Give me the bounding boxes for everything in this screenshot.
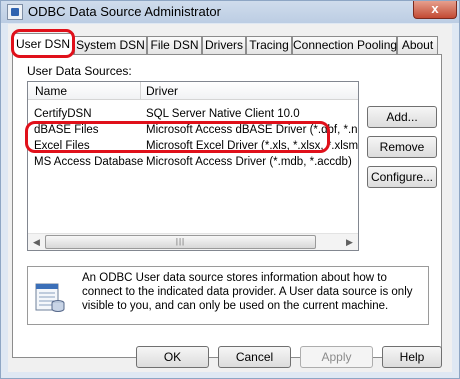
add-button[interactable]: Add...	[367, 106, 437, 128]
dsn-driver: SQL Server Native Client 10.0	[146, 108, 300, 120]
highlight-certifydsn-row	[25, 121, 330, 153]
dialog-client: User DSN System DSN File DSN Drivers Tra…	[8, 24, 452, 372]
column-header-driver[interactable]: Driver	[146, 84, 178, 98]
user-data-sources-label: User Data Sources:	[27, 64, 132, 78]
column-header-name[interactable]: Name	[35, 84, 67, 98]
ok-button[interactable]: OK	[136, 346, 209, 368]
tab-system-dsn[interactable]: System DSN	[74, 36, 147, 54]
dsn-driver: Microsoft Access Driver (*.mdb, *.accdb)	[146, 156, 352, 168]
scrollbar-thumb[interactable]: |||	[45, 235, 316, 249]
tab-file-dsn[interactable]: File DSN	[147, 36, 202, 54]
list-header: Name Driver	[28, 82, 358, 100]
tab-strip: User DSN System DSN File DSN Drivers Tra…	[12, 33, 442, 55]
tab-drivers[interactable]: Drivers	[202, 36, 246, 54]
info-description: An ODBC User data source stores informat…	[82, 272, 413, 312]
tab-about[interactable]: About	[397, 36, 438, 54]
horizontal-scrollbar[interactable]: ◀ ||| ▶	[28, 233, 358, 250]
tab-tracing[interactable]: Tracing	[246, 36, 292, 54]
dsn-name: MS Access Database	[34, 156, 144, 168]
tab-connection-pooling[interactable]: Connection Pooling	[292, 36, 397, 54]
title-bar[interactable]: ODBC Data Source Administrator x	[1, 1, 459, 23]
remove-button[interactable]: Remove	[367, 136, 437, 158]
dsn-name: CertifyDSN	[34, 108, 92, 120]
cancel-button[interactable]: Cancel	[218, 346, 291, 368]
info-box: An ODBC User data source stores informat…	[27, 266, 429, 325]
column-divider[interactable]	[140, 82, 141, 100]
odbc-app-icon	[7, 4, 23, 20]
list-item[interactable]: MS Access Database Microsoft Access Driv…	[28, 154, 358, 170]
user-dsn-panel: User Data Sources: Name Driver CertifyDS…	[12, 54, 442, 358]
odbc-window: ODBC Data Source Administrator x User DS…	[0, 0, 460, 379]
close-button[interactable]: x	[413, 1, 457, 19]
data-source-icon	[35, 281, 65, 313]
help-button[interactable]: Help	[382, 346, 442, 368]
scroll-right-arrow-icon[interactable]: ▶	[341, 234, 358, 250]
highlight-user-dsn-tab	[11, 29, 75, 58]
data-source-list[interactable]: Name Driver CertifyDSN SQL Server Native…	[27, 81, 359, 251]
scroll-left-arrow-icon[interactable]: ◀	[28, 234, 45, 250]
window-title: ODBC Data Source Administrator	[28, 4, 221, 19]
configure-button[interactable]: Configure...	[367, 166, 437, 188]
apply-button[interactable]: Apply	[300, 346, 373, 368]
list-item[interactable]: CertifyDSN SQL Server Native Client 10.0	[28, 106, 358, 122]
